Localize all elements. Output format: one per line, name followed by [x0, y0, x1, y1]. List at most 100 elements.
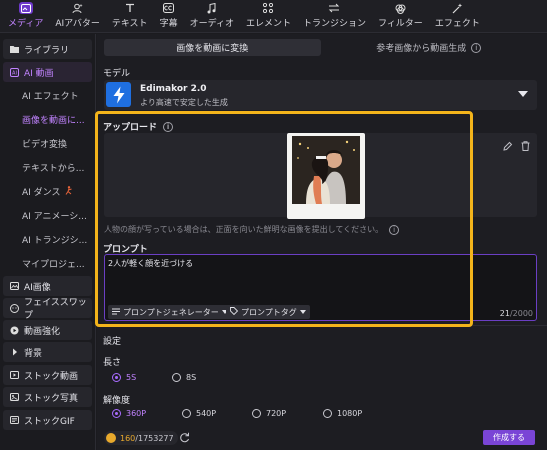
effect-icon: [450, 2, 464, 14]
sidebar-item-face-swap[interactable]: フェイススワップ: [3, 298, 92, 321]
radio-selected-icon: [112, 409, 121, 418]
tool-effect[interactable]: エフェクト: [429, 1, 486, 32]
trash-icon[interactable]: [521, 141, 530, 154]
resolution-option-label: 360P: [126, 409, 147, 418]
tool-transition[interactable]: トランジション: [297, 1, 372, 32]
photo-icon: [10, 393, 19, 402]
sidebar: ライブラリ AI AI 動画 AI エフェクト 画像を動画に... ビデオ変換 …: [0, 34, 96, 450]
info-icon[interactable]: i: [471, 42, 482, 53]
tool-audio[interactable]: オーディオ: [184, 1, 240, 32]
tool-element[interactable]: エレメント: [240, 1, 297, 32]
resolution-option-720p[interactable]: 720P: [252, 409, 286, 418]
tool-text-label: テキスト: [111, 19, 148, 29]
tool-filter[interactable]: フィルター: [372, 1, 429, 32]
upload-section-title: アップロード i: [103, 120, 174, 133]
sidebar-item-stock-photo[interactable]: ストック写真: [3, 387, 92, 407]
tab-reference-image-label: 参考画像から動画生成: [376, 44, 467, 54]
sidebar-item-ai-image[interactable]: AI画像: [3, 276, 92, 296]
prompt-generator-button[interactable]: プロンプトジェネレーター: [108, 305, 232, 319]
folder-icon: [10, 45, 19, 54]
edit-icon[interactable]: [503, 141, 513, 154]
tool-media-label: メディア: [8, 19, 44, 29]
sidebar-sub-ai-dance[interactable]: AI ダンス: [22, 185, 92, 198]
tab-reference-image[interactable]: 参考画像から動画生成 i: [321, 39, 538, 56]
text-icon: [123, 2, 137, 14]
divider: [97, 325, 547, 326]
credits-display: 160 /1753277: [104, 431, 178, 445]
sidebar-sub-ai-animation[interactable]: AI アニメーシ...: [22, 209, 92, 222]
create-button[interactable]: 作成する: [483, 430, 535, 445]
uploaded-photo: [292, 136, 360, 204]
length-option-8s[interactable]: 8S: [172, 373, 196, 382]
tool-element-label: エレメント: [245, 19, 291, 29]
info-icon[interactable]: i: [163, 121, 174, 132]
gif-icon: [10, 416, 19, 425]
sidebar-item-label: フェイススワップ: [24, 298, 87, 321]
sidebar-sub-text-to-video[interactable]: テキストから...: [22, 161, 92, 174]
tool-filter-label: フィルター: [377, 19, 423, 29]
main-panel: 画像を動画に変換 参考画像から動画生成 i モデル Edimakor 2.0 よ…: [97, 34, 547, 450]
prompt-generator-label: プロンプトジェネレーター: [123, 307, 219, 317]
sidebar-item-video-enhance[interactable]: 動画強化: [3, 320, 92, 340]
media-icon: [18, 2, 33, 14]
sidebar-item-stock-gif[interactable]: ストックGIF: [3, 410, 92, 430]
upload-title: アップロード: [103, 123, 158, 133]
sidebar-item-stock-video[interactable]: ストック動画: [3, 365, 92, 385]
sidebar-sub-video-convert[interactable]: ビデオ変換: [22, 137, 92, 150]
svg-text:AI: AI: [12, 70, 17, 76]
subtitle-icon: [162, 2, 176, 14]
tool-effect-label: エフェクト: [434, 19, 480, 29]
radio-icon: [172, 373, 181, 382]
sidebar-sub-image-to-video[interactable]: 画像を動画に...: [22, 113, 92, 126]
sidebar-item-label: ストック動画: [24, 371, 79, 382]
sidebar-item-ai-video[interactable]: AI AI 動画: [3, 62, 92, 82]
sidebar-sub-ai-effect[interactable]: AI エフェクト: [22, 89, 92, 102]
length-option-5s[interactable]: 5S: [112, 373, 136, 382]
upload-area[interactable]: [104, 133, 537, 219]
radio-icon: [252, 409, 261, 418]
list-icon: [112, 308, 120, 317]
sidebar-item-library[interactable]: ライブラリ: [3, 39, 92, 59]
prompt-text[interactable]: 2人が軽く顔を近づける: [108, 258, 193, 269]
resolution-option-360p[interactable]: 360P: [112, 409, 146, 418]
tool-media[interactable]: メディア: [2, 1, 49, 32]
info-icon[interactable]: i: [389, 224, 400, 235]
sidebar-item-label: ライブラリ: [24, 45, 70, 56]
upload-hint-text: 人物の顔が写っている場合は、正面を向いた鮮明な画像を提出してください。: [104, 225, 384, 234]
model-description: より高速で安定した生成: [140, 98, 228, 107]
sidebar-sub-ai-transition[interactable]: AI トランジシ...: [22, 233, 92, 246]
chevron-down-icon: [518, 91, 528, 97]
resolution-option-1080p[interactable]: 1080P: [323, 409, 362, 418]
tool-text[interactable]: テキスト: [106, 1, 154, 32]
tab-image-to-video[interactable]: 画像を動画に変換: [104, 39, 321, 56]
sidebar-item-label: AI画像: [24, 282, 51, 293]
prompt-input[interactable]: 2人が軽く顔を近づける プロンプトジェネレーター プロンプトタグ 21/2000: [104, 254, 537, 321]
refresh-icon[interactable]: [179, 432, 190, 446]
upload-hint: 人物の顔が写っている場合は、正面を向いた鮮明な画像を提出してください。 i: [104, 224, 400, 235]
tool-ai-avatar[interactable]: AIアバター: [49, 1, 105, 32]
length-option-label: 5S: [126, 373, 137, 382]
character-counter: 21/2000: [500, 309, 533, 318]
character-count: 21: [499, 309, 510, 318]
model-select[interactable]: Edimakor 2.0 より高速で安定した生成: [104, 80, 537, 110]
coin-icon: [106, 433, 116, 443]
prompt-tag-button[interactable]: プロンプトタグ: [226, 305, 310, 319]
lightning-icon: [106, 82, 131, 107]
radio-selected-icon: [112, 373, 121, 382]
sidebar-item-background[interactable]: 背景: [3, 342, 92, 362]
tool-transition-label: トランジション: [302, 19, 366, 29]
tag-icon: [230, 307, 239, 317]
ai-video-icon: AI: [10, 67, 19, 77]
length-label: 長さ: [103, 358, 122, 368]
tool-subtitle[interactable]: 字幕: [154, 1, 184, 32]
sidebar-sub-my-projects[interactable]: マイプロジェ...: [22, 257, 92, 270]
tool-audio-label: オーディオ: [189, 19, 234, 29]
transition-icon: [327, 2, 341, 14]
resolution-option-540p[interactable]: 540P: [182, 409, 216, 418]
tool-ai-avatar-label: AIアバター: [55, 19, 100, 29]
resolution-label: 解像度: [103, 396, 131, 406]
face-swap-icon: [10, 303, 19, 313]
dancer-icon: [65, 185, 73, 198]
chevron-down-icon: [299, 310, 306, 314]
sidebar-item-label: AI 動画: [24, 68, 54, 79]
